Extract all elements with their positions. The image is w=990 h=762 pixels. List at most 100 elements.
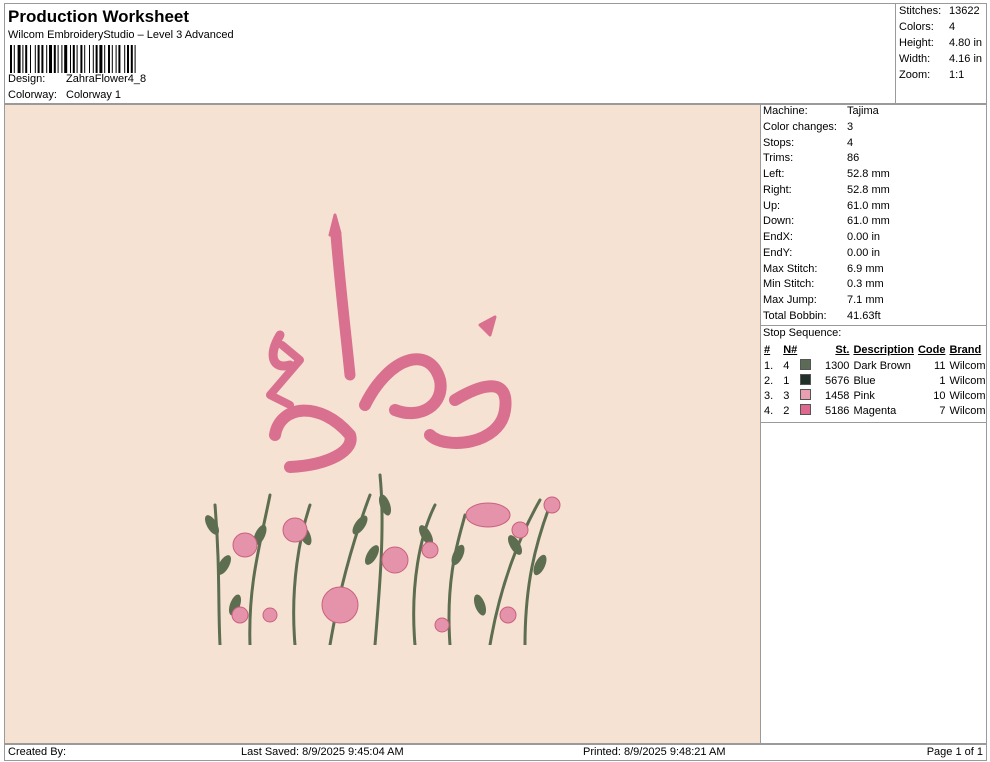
cell-brand: Wilcom — [949, 389, 986, 402]
stat-value: 13622 — [949, 5, 980, 17]
stat-value: 4.80 in — [949, 37, 983, 49]
machine-info-panel: Machine: Tajima Color changes: 3 Stops: 4 T… — [760, 104, 987, 744]
col-header-description: Description — [853, 344, 914, 356]
embroidery-design-image — [205, 213, 561, 645]
info-right: Right: 52.8 mm — [763, 184, 985, 200]
stat-label: Zoom: — [899, 69, 931, 81]
info-value: 61.0 mm — [847, 215, 890, 227]
info-trims: Trims: 86 — [763, 152, 985, 168]
cell-index: 1. — [764, 359, 774, 372]
info-min-stitch: Min Stitch: 0.3 mm — [763, 278, 985, 294]
info-value: 52.8 mm — [847, 184, 890, 196]
table-header-row: # N# St. Description Code Brand — [762, 342, 988, 358]
info-value: Tajima — [847, 105, 879, 117]
colorway-label: Colorway: — [8, 89, 57, 101]
stat-height: Height: 4.80 in — [899, 37, 987, 49]
cell-stitches: 5676 — [824, 374, 850, 387]
color-swatch — [800, 389, 812, 400]
cell-stitches: 1458 — [824, 389, 850, 402]
info-endy: EndY: 0.00 in — [763, 247, 985, 263]
info-max-stitch: Max Stitch: 6.9 mm — [763, 263, 985, 279]
cell-index: 2. — [764, 374, 774, 387]
colorway-row: Colorway: Colorway 1 — [8, 89, 121, 101]
stat-colors: Colors: 4 — [899, 21, 987, 33]
stat-value: 4 — [949, 21, 956, 33]
worksheet-footer: Created By: Last Saved: 8/9/2025 9:45:04… — [4, 744, 987, 761]
info-label: Up: — [763, 200, 781, 212]
info-down: Down: 61.0 mm — [763, 215, 985, 231]
stat-label: Colors: — [899, 21, 934, 33]
info-value: 4 — [847, 137, 854, 149]
info-color-changes: Color changes: 3 — [763, 121, 985, 137]
stat-stitches: Stitches: 13622 — [899, 5, 987, 17]
stop-sequence-table: # N# St. Description Code Brand 1. 4 1300… — [762, 342, 988, 418]
design-label: Design: — [8, 73, 46, 85]
info-value: 6.9 mm — [847, 263, 884, 275]
cell-description: Blue — [853, 374, 876, 387]
thread-n: 4 — [783, 360, 790, 372]
cell-description: Pink — [853, 389, 875, 402]
info-label: Down: — [763, 215, 795, 227]
design-preview-canvas — [4, 104, 760, 744]
stat-label: Height: — [899, 37, 934, 49]
stat-value: 4.16 in — [949, 53, 983, 65]
info-label: EndX: — [763, 231, 793, 243]
color-swatch — [800, 374, 812, 385]
stat-width: Width: 4.16 in — [899, 53, 987, 65]
info-value: 61.0 mm — [847, 200, 890, 212]
col-header-needle: N# — [783, 344, 798, 356]
colorway-value: Colorway 1 — [66, 89, 122, 101]
stat-value: 1:1 — [949, 69, 965, 81]
info-up: Up: 61.0 mm — [763, 200, 985, 216]
cell-brand: Wilcom — [949, 359, 986, 372]
info-left: Left: 52.8 mm — [763, 168, 985, 184]
thread-n: 2 — [783, 405, 790, 417]
col-header-brand: Brand — [949, 344, 982, 356]
stats-box: Stitches: 13622 Colors: 4 Height: 4.80 in W… — [895, 3, 987, 104]
cell-index: 3. — [764, 389, 774, 402]
info-endx: EndX: 0.00 in — [763, 231, 985, 247]
stop-sequence-title: Stop Sequence: — [763, 327, 842, 339]
info-value: 0.00 in — [847, 247, 881, 259]
color-swatch — [800, 359, 812, 370]
table-row: 2. 1 5676 Blue 1 Wilcom — [762, 373, 988, 388]
info-label: EndY: — [763, 247, 793, 259]
stat-zoom: Zoom: 1:1 — [899, 69, 987, 81]
barcode-image — [10, 45, 136, 73]
cell-code: 10 — [933, 389, 946, 402]
info-value: 52.8 mm — [847, 168, 890, 180]
info-label: Right: — [763, 184, 792, 196]
divider — [761, 422, 986, 423]
table-row: 1. 4 1300 Dark Brown 11 Wilcom — [762, 358, 988, 373]
last-saved: Last Saved: 8/9/2025 9:45:04 AM — [241, 746, 404, 758]
cell-index: 4. — [764, 404, 774, 417]
info-value: 86 — [847, 152, 860, 164]
stat-label: Stitches: — [899, 5, 942, 17]
divider — [761, 325, 986, 326]
design-row: Design: ZahraFlower4_8 — [8, 73, 146, 85]
info-label: Machine: — [763, 105, 808, 117]
cell-brand: Wilcom — [949, 374, 986, 387]
info-label: Min Stitch: — [763, 278, 815, 290]
info-label: Trims: — [763, 152, 794, 164]
info-label: Color changes: — [763, 121, 837, 133]
info-label: Stops: — [763, 137, 795, 149]
stat-label: Width: — [899, 53, 931, 65]
info-max-jump: Max Jump: 7.1 mm — [763, 294, 985, 310]
table-row: 4. 2 5186 Magenta 7 Wilcom — [762, 403, 988, 418]
info-label: Max Jump: — [763, 294, 817, 306]
info-value: 0.3 mm — [847, 278, 884, 290]
info-label: Max Stitch: — [763, 263, 818, 275]
thread-n: 3 — [783, 390, 790, 402]
col-header-stitches: St. — [835, 344, 850, 356]
cell-code: 7 — [939, 404, 946, 417]
info-value: 7.1 mm — [847, 294, 884, 306]
cell-code: 1 — [939, 374, 946, 387]
cell-stitches: 5186 — [824, 404, 850, 417]
cell-code: 11 — [934, 359, 946, 372]
worksheet-header: Production Worksheet Wilcom EmbroiderySt… — [4, 3, 895, 104]
thread-n: 1 — [783, 375, 790, 387]
table-row: 3. 3 1458 Pink 10 Wilcom — [762, 388, 988, 403]
info-value: 3 — [847, 121, 854, 133]
cell-description: Magenta — [853, 404, 897, 417]
